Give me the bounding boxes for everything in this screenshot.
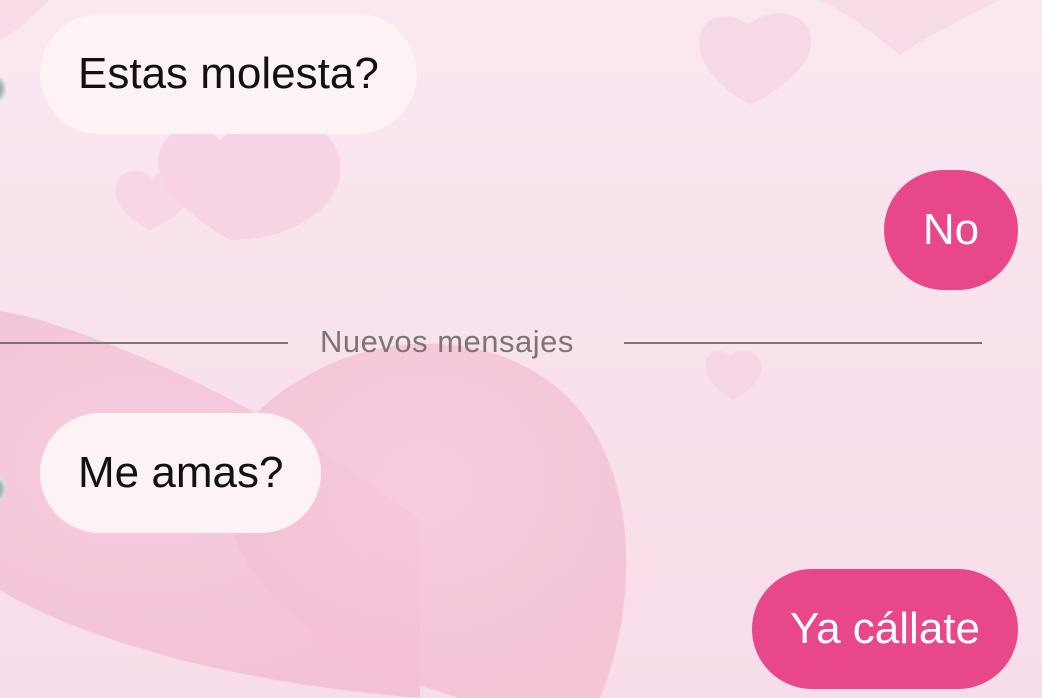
new-messages-label: Nuevos mensajes bbox=[320, 324, 574, 359]
heart-icon bbox=[0, 0, 50, 40]
incoming-message-bubble[interactable]: Estas molesta? bbox=[40, 14, 417, 134]
heart-icon bbox=[115, 170, 191, 230]
message-text: Me amas? bbox=[78, 448, 284, 497]
new-messages-divider: Nuevos mensajes bbox=[0, 318, 982, 366]
heart-icon bbox=[820, 0, 1000, 55]
message-text: No bbox=[922, 205, 980, 254]
outgoing-message-bubble[interactable]: No bbox=[884, 170, 1018, 290]
divider-line-left bbox=[0, 342, 288, 344]
divider-line-right bbox=[624, 342, 982, 344]
message-text: Ya cállate bbox=[790, 604, 980, 653]
heart-icon bbox=[699, 13, 812, 106]
outgoing-message-bubble[interactable]: Ya cállate bbox=[752, 569, 1018, 689]
incoming-message-bubble[interactable]: Me amas? bbox=[40, 413, 322, 533]
message-text: Estas molesta? bbox=[78, 49, 379, 98]
